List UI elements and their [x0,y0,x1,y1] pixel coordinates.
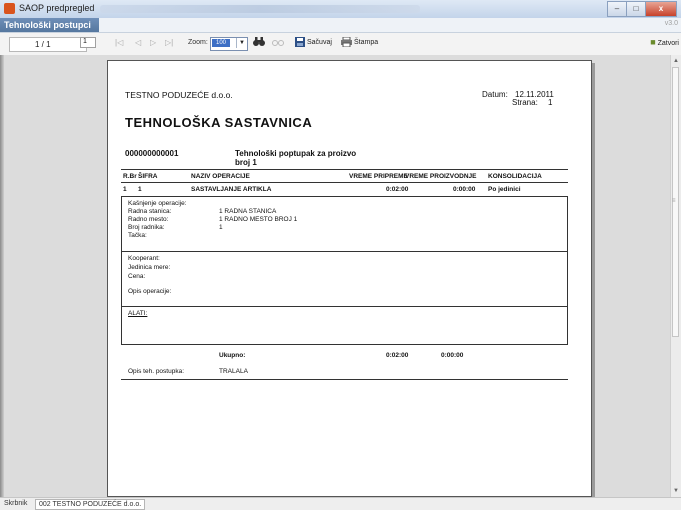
preview-toolbar: 1 / 1 1 |◁ ◁ ▷ ▷| Zoom: 100 ▼ Sačuvaj Št… [0,33,681,56]
col-naziv: NAZIV OPERACIJE [191,173,250,180]
door-exit-icon: ■ [650,37,656,47]
scroll-down-icon[interactable]: ▼ [672,487,680,495]
form-tab-title[interactable]: Tehnološki postupci [0,18,99,32]
radno-mesto-label: Radno mesto: [128,216,169,223]
chevron-down-icon[interactable]: ▼ [236,38,247,48]
find-next-icon[interactable] [272,37,284,50]
report-viewport[interactable]: TESTNO PODUZEĆE d.o.o. Datum: 12.11.2011… [0,55,681,497]
table-border-top [121,169,568,170]
kasnjenje-label: Kašnjenje operacije: [128,200,187,207]
detail-divider-2 [121,306,568,307]
zoom-value: 100 [212,39,230,47]
report-company: TESTNO PODUZEĆE d.o.o. [125,90,233,100]
scroll-grip-icon: ≡ [672,198,676,204]
report-date-label: Datum: [482,90,508,99]
status-bar: Skrbnik 002 TESTNO PODUZEĆE d.o.o. [0,497,681,510]
doc-description: Tehnološki poptupak za proizvo [235,149,357,158]
window-controls: – □ x [607,1,677,17]
zoom-select[interactable]: 100 ▼ [210,37,248,51]
page-number-input[interactable]: 1 [80,37,96,48]
cena-label: Cena: [128,273,146,280]
alati-label: ALATI: [128,310,148,317]
window-titlebar: SAOP predpregled – □ x [0,0,681,18]
vertical-scrollbar[interactable]: ▲ ≡ ▼ [670,55,681,497]
ukupno-pripreme: 0:02:00 [386,352,409,359]
taskbar-tabs-blurred [100,5,420,13]
report-page: TESTNO PODUZEĆE d.o.o. Datum: 12.11.2011… [107,60,592,497]
report-page-label: Strana: [512,98,538,107]
doc-number: 000000000001 [125,149,179,158]
table-header-line [121,182,568,183]
status-label: Skrbnik [4,500,28,507]
save-icon[interactable] [295,37,305,50]
last-page-button[interactable]: ▷| [165,38,173,47]
detail-box-left [121,196,122,344]
save-button[interactable]: Sačuvaj [307,39,332,46]
minimize-button[interactable]: – [607,1,627,17]
row-vreme-pripreme: 0:02:00 [386,186,409,193]
doc-description-line2: broj 1 [235,158,257,167]
col-vreme-proizvodnje: VREME PROIZVODNJE [405,173,477,180]
kooperant-label: Kooperant: [128,255,160,262]
col-sifra: ŠIFRA [138,173,158,180]
close-window-button[interactable]: x [645,1,677,17]
page-count: 1 / 1 [35,40,51,49]
version-label: v3.0 [664,20,678,27]
broj-radnika-label: Broj radnika: [128,224,165,231]
maximize-button[interactable]: □ [626,1,646,17]
close-preview-button[interactable]: ■ Zatvori [650,37,679,47]
row-sifra: 1 [138,186,142,193]
detail-box-top [121,196,568,197]
ukupno-proizvodnje: 0:00:00 [441,352,464,359]
radna-stanica-label: Radna stanica: [128,208,172,215]
ukupno-label: Ukupno: [219,352,246,359]
col-konsolidacija: KONSOLIDACIJA [488,173,542,180]
row-konsolidacija: Po jedinici [488,186,521,193]
detail-box-bottom [121,344,568,345]
jedinica-mere-label: Jedinica mere: [128,264,171,271]
col-rbr: R.Br [123,173,137,180]
page-indicator: 1 / 1 [9,37,87,52]
detail-box-right [567,196,568,344]
form-tabbar: Tehnološki postupci v3.0 [0,18,681,33]
next-page-button[interactable]: ▷ [150,38,156,47]
tacka-label: Tačka: [128,232,147,239]
status-value: 002 TESTNO PODUZEĆE d.o.o. [35,499,146,510]
opis-operacije-label: Opis operacije: [128,288,172,295]
close-preview-label: Zatvori [657,40,679,47]
left-edge-strip [0,55,4,497]
row-naziv: SASTAVLJANJE ARTIKLA [191,186,272,193]
prev-page-button[interactable]: ◁ [135,38,141,47]
detail-divider-1 [121,251,568,252]
scroll-up-icon[interactable]: ▲ [672,57,680,65]
print-button[interactable]: Štampa [354,39,378,46]
window-title: SAOP predpregled [19,3,95,13]
binoculars-icon[interactable] [253,37,265,50]
first-page-button[interactable]: |◁ [115,38,123,47]
row-vreme-proizvodnje: 0:00:00 [453,186,476,193]
opis-teh-label: Opis teh. postupka: [128,368,185,375]
report-page-number: 1 [548,98,553,107]
radno-mesto-value: 1 RADNO MESTO BROJ 1 [219,216,298,223]
col-vreme-pripreme: VREME PRIPREME [349,173,408,180]
row-rbr: 1 [123,186,127,193]
app-icon [4,3,15,14]
zoom-label: Zoom: [188,39,208,46]
printer-icon[interactable] [341,36,352,50]
broj-radnika-value: 1 [219,224,223,231]
radna-stanica-value: 1 RADNA STANICA [219,208,277,215]
report-title: TEHNOLOŠKA SASTAVNICA [125,115,313,130]
report-footer-line [121,379,568,380]
opis-teh-value: TRALALA [219,368,248,375]
